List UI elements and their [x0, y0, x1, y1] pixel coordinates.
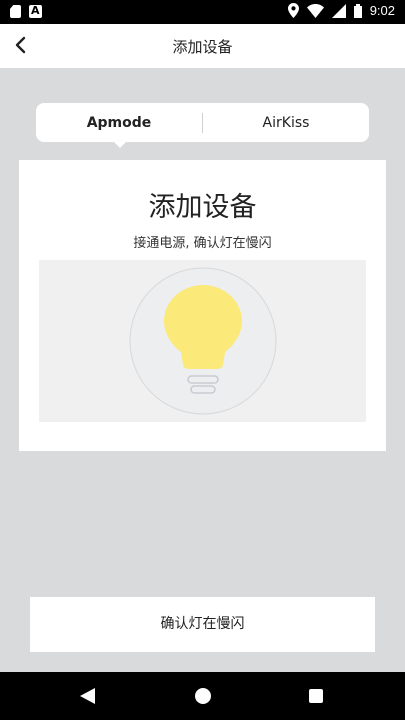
app-bar: 添加设备: [0, 24, 405, 68]
wifi-icon: [306, 3, 324, 18]
page-title: 添加设备: [172, 38, 233, 56]
system-nav-bar: [0, 672, 405, 720]
mode-tabs: Apmode AirKiss: [36, 103, 369, 142]
battery-icon: [353, 3, 362, 18]
status-time: 9:02: [369, 3, 395, 18]
card-subtitle: 接通电源, 确认灯在慢闪: [133, 236, 272, 251]
recents-square-icon[interactable]: [309, 689, 323, 703]
location-icon: [287, 3, 299, 18]
status-bar: 9:02: [0, 0, 405, 24]
tab-airkiss[interactable]: AirKiss: [203, 115, 369, 131]
light-bulb-icon: [129, 267, 277, 415]
tab-pointer: [113, 141, 127, 148]
confirm-blinking-button[interactable]: 确认灯在慢闪: [30, 597, 375, 652]
illustration-panel: [39, 260, 366, 422]
tab-apmode[interactable]: Apmode: [36, 115, 202, 131]
add-device-card: 添加设备 接通电源, 确认灯在慢闪: [19, 160, 386, 451]
back-triangle-icon[interactable]: [80, 688, 95, 704]
home-circle-icon[interactable]: [195, 688, 211, 704]
a-notification-icon: [29, 4, 42, 18]
signal-icon: [331, 3, 346, 18]
sd-card-icon: [10, 5, 21, 18]
card-title: 添加设备: [148, 192, 257, 223]
